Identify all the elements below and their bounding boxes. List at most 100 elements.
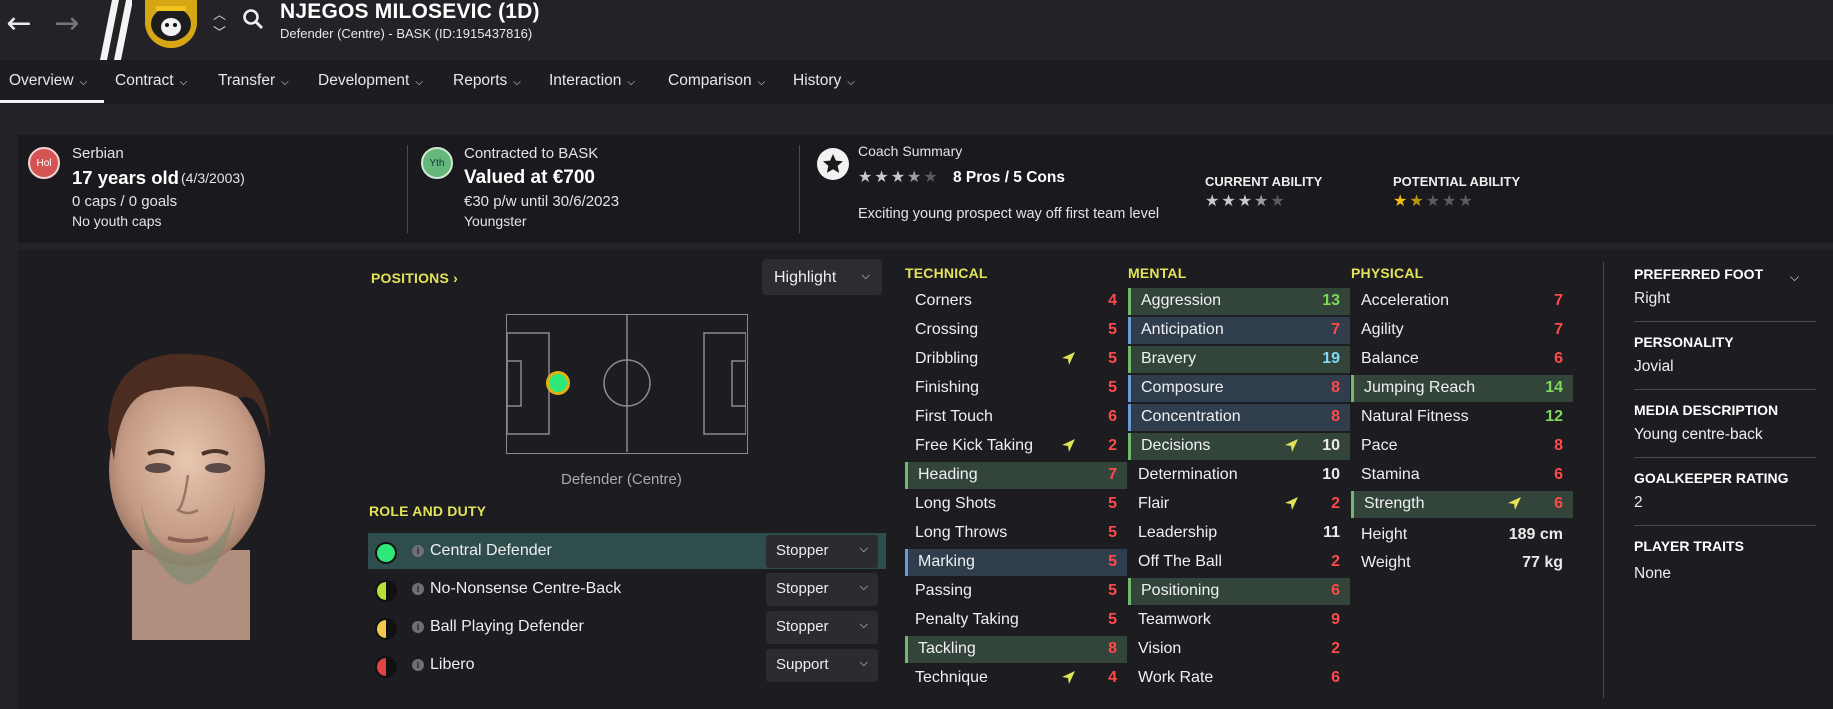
chevron-up-icon[interactable]: ︿: [213, 4, 226, 23]
attribute-row[interactable]: Leadership 11: [1128, 520, 1350, 547]
club-badge-icon[interactable]: [145, 0, 197, 48]
duty-dropdown[interactable]: Stopper ⌵: [766, 611, 878, 644]
attribute-row[interactable]: Off The Ball 2: [1128, 549, 1350, 576]
player-traits-label: PLAYER TRAITS: [1634, 538, 1744, 554]
tab-history[interactable]: History ⌵: [793, 72, 855, 90]
attribute-row[interactable]: Marking 5: [905, 549, 1127, 576]
forward-arrow-icon[interactable]: →: [50, 6, 84, 41]
attribute-row[interactable]: Long Throws 5: [905, 520, 1127, 547]
attribute-row[interactable]: Natural Fitness 12: [1351, 404, 1573, 431]
attribute-name: Heading: [918, 466, 978, 483]
attribute-row[interactable]: Free Kick Taking 2: [905, 433, 1127, 460]
attribute-row[interactable]: Tackling 8: [905, 636, 1127, 663]
attribute-value: 8: [1331, 408, 1340, 425]
pitch-lines: [506, 315, 747, 452]
tab-development[interactable]: Development ⌵: [318, 72, 423, 90]
attribute-value: 8: [1331, 379, 1340, 396]
attribute-row[interactable]: Crossing 5: [905, 317, 1127, 344]
info-icon[interactable]: i: [412, 621, 424, 633]
attribute-value: 8: [1108, 640, 1117, 657]
attribute-value: 5: [1108, 553, 1117, 570]
attribute-name: Aggression: [1141, 292, 1222, 309]
attribute-row[interactable]: Long Shots 5: [905, 491, 1127, 518]
attribute-row[interactable]: Pace 8: [1351, 433, 1573, 460]
tab-transfer[interactable]: Transfer ⌵: [218, 72, 289, 90]
positions-heading[interactable]: POSITIONS ›: [371, 270, 458, 286]
attribute-row[interactable]: Finishing 5: [905, 375, 1127, 402]
info-icon[interactable]: i: [412, 545, 424, 557]
attribute-row[interactable]: Jumping Reach 14: [1351, 375, 1573, 402]
player-name: NJEGOS MILOSEVIC (1D): [280, 0, 540, 23]
attribute-row[interactable]: Agility 7: [1351, 317, 1573, 344]
attribute-row[interactable]: Determination 10: [1128, 462, 1350, 489]
duty-dropdown[interactable]: Stopper ⌵: [766, 535, 878, 568]
attribute-row[interactable]: Positioning 6: [1128, 578, 1350, 605]
attribute-row[interactable]: Strength 6: [1351, 491, 1573, 518]
role-row[interactable]: i No-Nonsense Centre-Back Stopper ⌵: [368, 571, 886, 607]
tab-overview[interactable]: Overview ⌵: [9, 72, 87, 90]
chevron-down-icon[interactable]: ⌵: [1790, 270, 1799, 285]
attribute-row[interactable]: Balance 6: [1351, 346, 1573, 373]
physical-heading: PHYSICAL: [1351, 265, 1424, 281]
info-icon[interactable]: i: [412, 659, 424, 671]
attribute-value: 19: [1322, 350, 1340, 367]
role-name: Libero: [430, 656, 475, 673]
attribute-row[interactable]: Corners 4: [905, 288, 1127, 315]
attribute-row[interactable]: Stamina 6: [1351, 462, 1573, 489]
caps-goals: 0 caps / 0 goals: [72, 193, 178, 210]
attribute-row[interactable]: Vision 2: [1128, 636, 1350, 663]
attribute-name: Determination: [1138, 466, 1238, 483]
attribute-name: Penalty Taking: [915, 611, 1019, 628]
attribute-row[interactable]: Work Rate 6: [1128, 665, 1350, 692]
weight-row: Weight 77 kg: [1351, 550, 1573, 577]
attribute-value: 7: [1554, 321, 1563, 338]
attribute-row[interactable]: Concentration 8: [1128, 404, 1350, 431]
tab-interaction[interactable]: Interaction ⌵: [549, 72, 635, 90]
attribute-row[interactable]: Technique 4: [905, 665, 1127, 692]
attribute-value: 4: [1108, 292, 1117, 309]
attribute-name: Long Shots: [915, 495, 996, 512]
tab-comparison[interactable]: Comparison ⌵: [668, 72, 765, 90]
attribute-row[interactable]: Teamwork 9: [1128, 607, 1350, 634]
preferred-foot-value: Right: [1634, 290, 1671, 307]
pros-cons[interactable]: 8 Pros / 5 Cons: [953, 169, 1065, 187]
attribute-row[interactable]: Passing 5: [905, 578, 1127, 605]
goalkeeper-rating-value: 2: [1634, 494, 1643, 511]
back-arrow-icon[interactable]: ←: [2, 6, 36, 41]
attribute-value: 6: [1331, 582, 1340, 599]
attribute-value: 5: [1108, 524, 1117, 541]
attribute-row[interactable]: Heading 7: [905, 462, 1127, 489]
attribute-row[interactable]: Flair 2: [1128, 491, 1350, 518]
attribute-value: 5: [1108, 350, 1117, 367]
attribute-row[interactable]: Dribbling 5: [905, 346, 1127, 373]
attribute-row[interactable]: Composure 8: [1128, 375, 1350, 402]
potential-ability-label: POTENTIAL ABILITY: [1393, 174, 1521, 189]
divider: [1634, 321, 1816, 322]
attribute-name: Long Throws: [915, 524, 1008, 541]
tab-contract[interactable]: Contract ⌵: [115, 72, 187, 90]
attribute-row[interactable]: Anticipation 7: [1128, 317, 1350, 344]
attribute-row[interactable]: Decisions 10: [1128, 433, 1350, 460]
position-pitch: [506, 314, 748, 454]
attribute-name: Agility: [1361, 321, 1404, 338]
attribute-value: 7: [1108, 466, 1117, 483]
role-row[interactable]: i Central Defender Stopper ⌵: [368, 533, 886, 569]
age: 17 years old: [72, 167, 179, 188]
tab-reports[interactable]: Reports ⌵: [453, 72, 521, 90]
search-icon[interactable]: [242, 8, 264, 30]
info-icon[interactable]: i: [412, 583, 424, 595]
duty-dropdown[interactable]: Support ⌵: [766, 649, 878, 682]
role-row[interactable]: i Libero Support ⌵: [368, 647, 886, 683]
attribute-row[interactable]: Bravery 19: [1128, 346, 1350, 373]
attribute-row[interactable]: Acceleration 7: [1351, 288, 1573, 315]
duty-dropdown[interactable]: Stopper ⌵: [766, 573, 878, 606]
attribute-row[interactable]: First Touch 6: [905, 404, 1127, 431]
role-row[interactable]: i Ball Playing Defender Stopper ⌵: [368, 609, 886, 645]
chevron-down-icon[interactable]: ﹀: [213, 22, 226, 41]
attribute-name: Flair: [1138, 495, 1170, 512]
attribute-row[interactable]: Aggression 13: [1128, 288, 1350, 315]
attribute-row[interactable]: Penalty Taking 5: [905, 607, 1127, 634]
attribute-name: Bravery: [1141, 350, 1197, 367]
attribute-name: Vision: [1138, 640, 1182, 657]
highlight-dropdown[interactable]: Highlight ⌵: [762, 259, 882, 295]
